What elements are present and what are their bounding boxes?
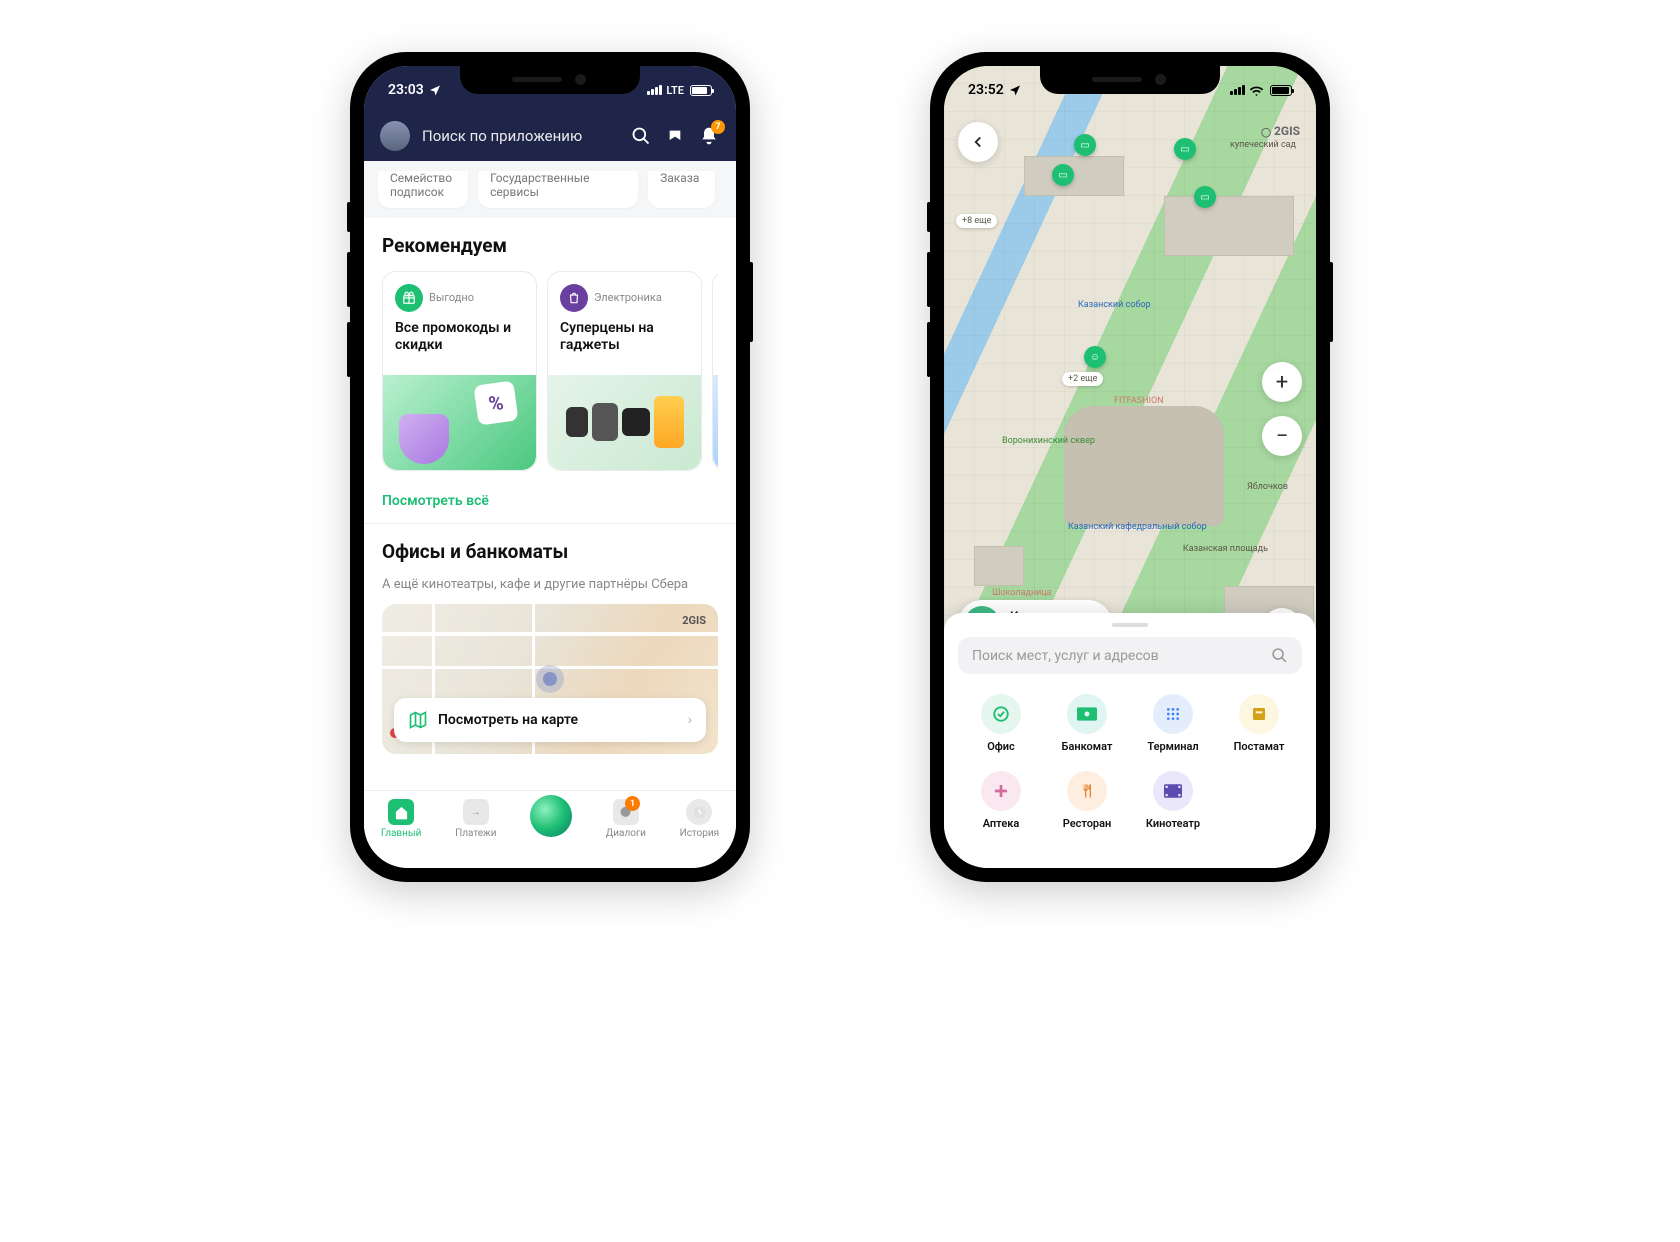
fork-knife-icon [1067, 771, 1107, 811]
notifications-badge: 7 [711, 120, 725, 134]
sheet-handle[interactable] [1112, 623, 1148, 627]
notch [460, 66, 640, 94]
screen-right: ▭ ▭ ▭ ▭ ☺ +8 еще +2 еще купеческий сад К… [944, 66, 1316, 868]
category-office[interactable]: Офис [958, 688, 1044, 765]
location-arrow-icon [429, 84, 441, 96]
search-places-input[interactable]: Поиск мест, услуг и адресов [958, 637, 1302, 674]
assistant-orb-icon [530, 795, 572, 837]
notifications-icon[interactable]: 7 [698, 125, 720, 147]
tab-home[interactable]: Главный [381, 799, 422, 839]
checkmark-icon [981, 694, 1021, 734]
zoom-out-button[interactable]: − [1262, 416, 1302, 456]
bookmark-icon[interactable] [664, 125, 686, 147]
map-center-more[interactable]: +2 еще [1062, 372, 1103, 386]
clock-icon [686, 799, 712, 825]
chip-gov-services[interactable]: Государственные сервисы [478, 171, 638, 208]
map-pin[interactable]: ☺ [1084, 346, 1106, 368]
tab-payments[interactable]: → Платежи [455, 799, 496, 839]
quick-chips-row[interactable]: Семейство подписок Государственные серви… [364, 161, 736, 218]
category-cinema[interactable]: Кинотеатр [1130, 765, 1216, 842]
chip-subscriptions[interactable]: Семейство подписок [378, 171, 468, 208]
chevron-right-icon: › [688, 712, 692, 728]
status-time: 23:52 [968, 82, 1004, 98]
status-time: 23:03 [388, 82, 424, 98]
plus-icon [981, 771, 1021, 811]
category-terminal[interactable]: Терминал [1130, 688, 1216, 765]
gis-logo: ◯ 2GIS [1261, 124, 1300, 138]
rec-card-gadgets[interactable]: Электроника Суперцены на гаджеты [547, 271, 702, 471]
battery-icon [690, 85, 712, 96]
recommend-row[interactable]: Выгодно Все промокоды и скидки % Электро… [382, 271, 718, 471]
grid-icon [1153, 694, 1193, 734]
zoom-controls: + − [1262, 362, 1302, 456]
category-postamat[interactable]: Постамат [1216, 688, 1302, 765]
locker-icon [1239, 694, 1279, 734]
arrow-left-icon [969, 133, 987, 151]
film-icon [1153, 771, 1193, 811]
bottom-sheet[interactable]: Поиск мест, услуг и адресов Офис Банкома [944, 613, 1316, 868]
map-pin[interactable]: ▭ [1194, 186, 1216, 208]
arrow-right-icon: → [463, 799, 489, 825]
rec-card-work[interactable]: ₽ Работа домом [712, 271, 718, 471]
view-on-map-button[interactable]: Посмотреть на карте › [394, 698, 706, 742]
category-atm[interactable]: Банкомат [1044, 688, 1130, 765]
tab-bar: Главный → Платежи 1 Диалоги История [364, 790, 736, 868]
search-icon [1271, 647, 1288, 664]
offices-subtitle: А ещё кинотеатры, кафе и другие партнёры… [382, 577, 718, 592]
map-preview[interactable]: 2GIS Посмотреть на карте › [382, 604, 718, 754]
home-icon [388, 799, 414, 825]
signal-icon [1230, 85, 1245, 95]
wifi-icon [1249, 85, 1264, 96]
tab-history[interactable]: История [680, 799, 720, 839]
offices-title: Офисы и банкоматы [382, 540, 718, 563]
network-label: LTE [666, 84, 684, 97]
category-restaurant[interactable]: Ресторан [1044, 765, 1130, 842]
chip-orders[interactable]: Заказа [648, 171, 715, 208]
map-icon [408, 710, 428, 730]
signal-icon [647, 85, 662, 95]
map-pin[interactable]: ▭ [1074, 134, 1096, 156]
search-input[interactable]: Поиск по приложению [422, 127, 618, 145]
gift-icon [395, 284, 423, 312]
category-pharmacy[interactable]: Аптека [958, 765, 1044, 842]
gis-logo-icon: 2GIS [682, 614, 706, 627]
rec-card-promos[interactable]: Выгодно Все промокоды и скидки % [382, 271, 537, 471]
dialogs-badge: 1 [625, 796, 640, 811]
map-more-badge[interactable]: +8 еще [956, 214, 997, 228]
tab-dialogs[interactable]: 1 Диалоги [606, 799, 646, 839]
map-pin[interactable]: ▭ [1174, 138, 1196, 160]
tab-assistant[interactable] [530, 799, 572, 837]
map-pin[interactable]: ▭ [1052, 164, 1074, 186]
gadgets-art [548, 375, 701, 470]
location-arrow-icon [1009, 84, 1021, 96]
see-all-link[interactable]: Посмотреть всё [364, 479, 736, 523]
bag-icon [560, 284, 588, 312]
search-icon[interactable] [630, 125, 652, 147]
phone-frame-right: ▭ ▭ ▭ ▭ ☺ +8 еще +2 еще купеческий сад К… [930, 52, 1330, 882]
back-button[interactable] [958, 122, 998, 162]
promo-art: % [383, 375, 536, 470]
zoom-in-button[interactable]: + [1262, 362, 1302, 402]
avatar[interactable] [380, 121, 410, 151]
notch [1040, 66, 1220, 94]
phone-frame-left: 23:03 LTE Поиск по приложению 7 [350, 52, 750, 882]
section-recommend: Рекомендуем Выгодно Все промокоды и скид… [364, 218, 736, 479]
recommend-title: Рекомендуем [382, 234, 718, 257]
screen-left: 23:03 LTE Поиск по приложению 7 [364, 66, 736, 868]
battery-icon [1270, 85, 1292, 96]
banknote-icon [1067, 694, 1107, 734]
categories-grid: Офис Банкомат Терминал [958, 688, 1302, 842]
section-offices: Офисы и банкоматы А ещё кинотеатры, кафе… [364, 524, 736, 772]
